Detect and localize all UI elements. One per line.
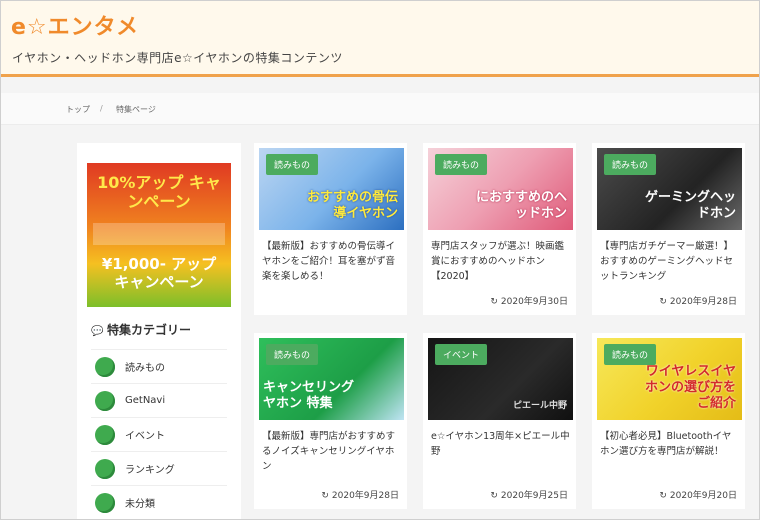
comment-icon: 💬	[91, 326, 104, 337]
category-label: 未分類	[125, 499, 155, 510]
category-badge[interactable]: 読みもの	[266, 154, 319, 175]
category-item-event[interactable]: イベント	[91, 417, 227, 451]
article-card[interactable]: におすすめのヘッドホン 読みもの 専門店スタッフが選ぶ！映画鑑賞におすすめのヘッ…	[423, 143, 576, 315]
sidebar: 10%アップ キャンペーン ¥1,000- アップキャンペーン 💬 特集カテゴリー…	[77, 143, 241, 519]
article-title[interactable]: 【初心者必見】Bluetoothイヤホン選び方を専門店が解説！	[600, 429, 740, 459]
article-card[interactable]: ゲーミングヘッドホン 読みもの 【専門店ガチゲーマー厳選！】おすすめのゲーミング…	[592, 143, 745, 315]
thumbnail-caption: おすすめの骨伝導イヤホン	[306, 190, 398, 221]
article-date: ↻ 2020年9月28日	[321, 488, 399, 501]
article-date-text: 2020年9月25日	[500, 491, 568, 501]
page-frame: e☆エンタメ イヤホン・ヘッドホン専門店e☆イヤホンの特集コンテンツ トップ /…	[0, 0, 760, 520]
category-item-uncategorized[interactable]: 未分類	[91, 485, 227, 519]
article-date: ↻ 2020年9月20日	[659, 488, 737, 501]
article-date-text: 2020年9月20日	[669, 491, 737, 501]
breadcrumb-current: 特集ページ	[116, 105, 156, 114]
article-date: ↻ 2020年9月28日	[659, 294, 737, 307]
category-item-ranking[interactable]: ランキング	[91, 451, 227, 485]
thumbnail-caption: キャンセリングヤホン 特集	[263, 380, 355, 411]
article-card[interactable]: おすすめの骨伝導イヤホン 読みもの 【最新版】おすすめの骨伝導イヤホンをご紹介！…	[254, 143, 407, 315]
category-list: 読みもの GetNavi イベント ランキング 未分類	[91, 349, 227, 519]
category-circle-icon	[95, 356, 115, 377]
category-badge[interactable]: 読みもの	[266, 344, 319, 365]
article-title[interactable]: 【最新版】専門店がおすすめするノイズキャンセリングイヤホン	[262, 429, 402, 474]
banner-band	[93, 223, 225, 245]
article-card[interactable]: キャンセリングヤホン 特集 読みもの 【最新版】専門店がおすすめするノイズキャン…	[254, 333, 407, 509]
article-title[interactable]: 【専門店ガチゲーマー厳選！】おすすめのゲーミングヘッドセットランキング	[600, 239, 740, 284]
clock-history-icon: ↻	[321, 491, 329, 501]
article-date-text: 2020年9月28日	[331, 491, 399, 501]
category-label: GetNavi	[125, 395, 166, 406]
thumbnail-caption: ピエール中野	[512, 401, 567, 411]
breadcrumb-separator: /	[100, 104, 103, 113]
site-title[interactable]: e☆エンタメ	[11, 9, 139, 41]
thumbnail-caption: ワイヤレスイヤホンの選び方をご紹介	[644, 364, 736, 411]
clock-history-icon: ↻	[490, 297, 498, 307]
site-header: e☆エンタメ イヤホン・ヘッドホン専門店e☆イヤホンの特集コンテンツ	[1, 1, 759, 77]
thumbnail-caption: におすすめのヘッドホン	[475, 190, 567, 221]
categories-heading-label: 特集カテゴリー	[107, 323, 192, 337]
article-card[interactable]: ピエール中野 イベント e☆イヤホン13周年×ピエール中野 ↻ 2020年9月25…	[423, 333, 576, 509]
article-date-text: 2020年9月28日	[669, 297, 737, 307]
category-badge[interactable]: イベント	[435, 344, 488, 365]
article-title[interactable]: 専門店スタッフが選ぶ！映画鑑賞におすすめのヘッドホン【2020】	[431, 239, 571, 284]
article-card[interactable]: ワイヤレスイヤホンの選び方をご紹介 読みもの 【初心者必見】Bluetoothイ…	[592, 333, 745, 509]
breadcrumb: トップ / 特集ページ	[1, 93, 759, 125]
banner-subheadline: ¥1,000- アップキャンペーン	[101, 255, 217, 291]
clock-history-icon: ↻	[490, 491, 498, 501]
category-badge[interactable]: 読みもの	[435, 154, 488, 175]
category-circle-icon	[95, 458, 115, 479]
category-circle-icon	[95, 492, 115, 513]
article-date: ↻ 2020年9月30日	[490, 294, 568, 307]
category-circle-icon	[95, 390, 115, 411]
category-badge[interactable]: 読みもの	[604, 344, 657, 365]
thumbnail-caption: ゲーミングヘッドホン	[644, 190, 736, 221]
category-label: イベント	[125, 431, 165, 442]
article-title[interactable]: 【最新版】おすすめの骨伝導イヤホンをご紹介！耳を塞がず音楽を楽しめる！	[262, 239, 402, 284]
category-badge[interactable]: 読みもの	[604, 154, 657, 175]
category-circle-icon	[95, 424, 115, 445]
clock-history-icon: ↻	[659, 297, 667, 307]
category-item-getnavi[interactable]: GetNavi	[91, 383, 227, 417]
breadcrumb-home-link[interactable]: トップ	[66, 104, 90, 115]
banner-headline: 10%アップ キャンペーン	[97, 173, 221, 211]
article-date-text: 2020年9月30日	[500, 297, 568, 307]
clock-history-icon: ↻	[659, 491, 667, 501]
article-title[interactable]: e☆イヤホン13周年×ピエール中野	[431, 429, 571, 459]
category-item-yomimono[interactable]: 読みもの	[91, 349, 227, 383]
category-label: 読みもの	[125, 363, 165, 374]
category-label: ランキング	[125, 465, 175, 476]
site-description: イヤホン・ヘッドホン専門店e☆イヤホンの特集コンテンツ	[12, 51, 343, 65]
categories-heading: 💬 特集カテゴリー	[91, 321, 191, 338]
article-date: ↻ 2020年9月25日	[490, 488, 568, 501]
campaign-banner[interactable]: 10%アップ キャンペーン ¥1,000- アップキャンペーン	[87, 163, 231, 307]
